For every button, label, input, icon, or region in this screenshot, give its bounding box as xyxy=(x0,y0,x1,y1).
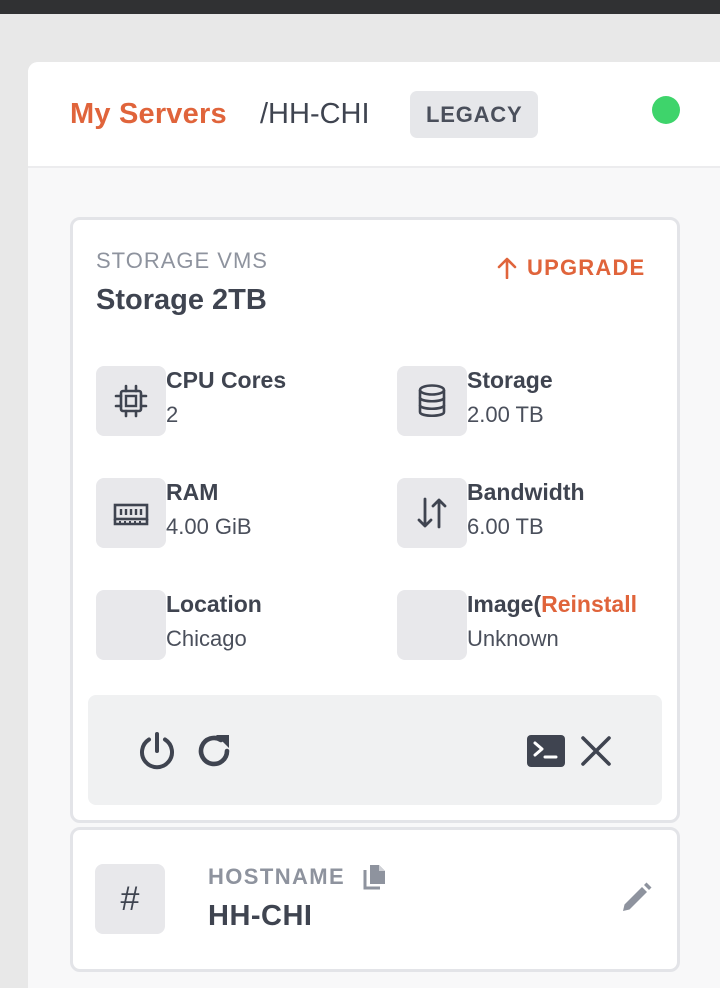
spec-location: Location Chicago xyxy=(96,590,376,662)
destroy-server-button[interactable] xyxy=(575,730,617,772)
restart-icon xyxy=(198,735,230,767)
upgrade-label: UPGRADE xyxy=(527,255,646,280)
cpu-icon xyxy=(96,366,166,436)
console-button[interactable] xyxy=(525,730,567,772)
reinstall-link[interactable]: Reinstall xyxy=(541,591,637,617)
legacy-badge: LEGACY xyxy=(410,91,539,138)
spec-ram: RAM 4.00 GiB xyxy=(96,478,376,550)
power-icon xyxy=(140,732,174,770)
hostname-card: # HOSTNAME HH-CHI xyxy=(70,827,680,972)
plan-title: Storage 2TB xyxy=(96,284,267,316)
hostname-label-row: HOSTNAME xyxy=(208,863,389,891)
hostname-label: HOSTNAME xyxy=(208,864,346,889)
console-icon xyxy=(527,735,565,767)
plan-category: STORAGE VMS xyxy=(96,248,268,273)
database-icon xyxy=(397,366,467,436)
ram-value: 4.00 GiB xyxy=(166,514,252,539)
cpu-cores-value: 2 xyxy=(166,402,179,427)
pencil-icon xyxy=(623,882,652,911)
hash-icon: # xyxy=(95,864,165,934)
storage-value: 2.00 TB xyxy=(467,402,544,427)
location-value: Chicago xyxy=(166,626,247,651)
server-details-card: STORAGE VMS Storage 2TB UPGRADE CPU Core… xyxy=(70,217,680,823)
location-flag-placeholder xyxy=(96,590,166,660)
power-button[interactable] xyxy=(136,730,178,772)
image-value: Unknown xyxy=(467,626,559,651)
os-image-placeholder xyxy=(397,590,467,660)
storage-label: Storage xyxy=(467,367,553,393)
close-icon xyxy=(581,736,611,766)
transfer-arrows-icon xyxy=(397,478,467,548)
spec-storage: Storage 2.00 TB xyxy=(397,366,677,438)
spec-bandwidth: Bandwidth 6.00 TB xyxy=(397,478,677,550)
bandwidth-value: 6.00 TB xyxy=(467,514,544,539)
image-label: Image(Reinstall xyxy=(467,591,637,618)
spec-cpu-cores: CPU Cores 2 xyxy=(96,366,376,438)
window-top-bar xyxy=(0,0,720,14)
ram-label: RAM xyxy=(166,479,219,505)
copy-icon[interactable] xyxy=(361,863,389,891)
arrow-up-icon xyxy=(497,257,517,279)
memory-icon xyxy=(96,478,166,548)
cpu-cores-label: CPU Cores xyxy=(166,367,287,393)
restart-button[interactable] xyxy=(193,730,235,772)
image-label-text: Image( xyxy=(467,591,542,617)
server-actions-bar xyxy=(88,695,662,805)
breadcrumb-my-servers-link[interactable]: My Servers xyxy=(70,98,227,131)
hostname-value: HH-CHI xyxy=(208,900,313,932)
server-status-indicator xyxy=(652,96,680,124)
bandwidth-label: Bandwidth xyxy=(467,479,585,505)
location-label: Location xyxy=(166,591,262,617)
upgrade-button[interactable]: UPGRADE xyxy=(497,255,645,281)
edit-hostname-button[interactable] xyxy=(618,880,654,916)
spec-image: Image(Reinstall Unknown xyxy=(397,590,677,662)
server-panel: My Servers /HH-CHI LEGACY STORAGE VMS St… xyxy=(28,62,720,988)
page-header: My Servers /HH-CHI LEGACY xyxy=(28,62,720,168)
breadcrumb-current-server: /HH-CHI xyxy=(260,98,370,130)
